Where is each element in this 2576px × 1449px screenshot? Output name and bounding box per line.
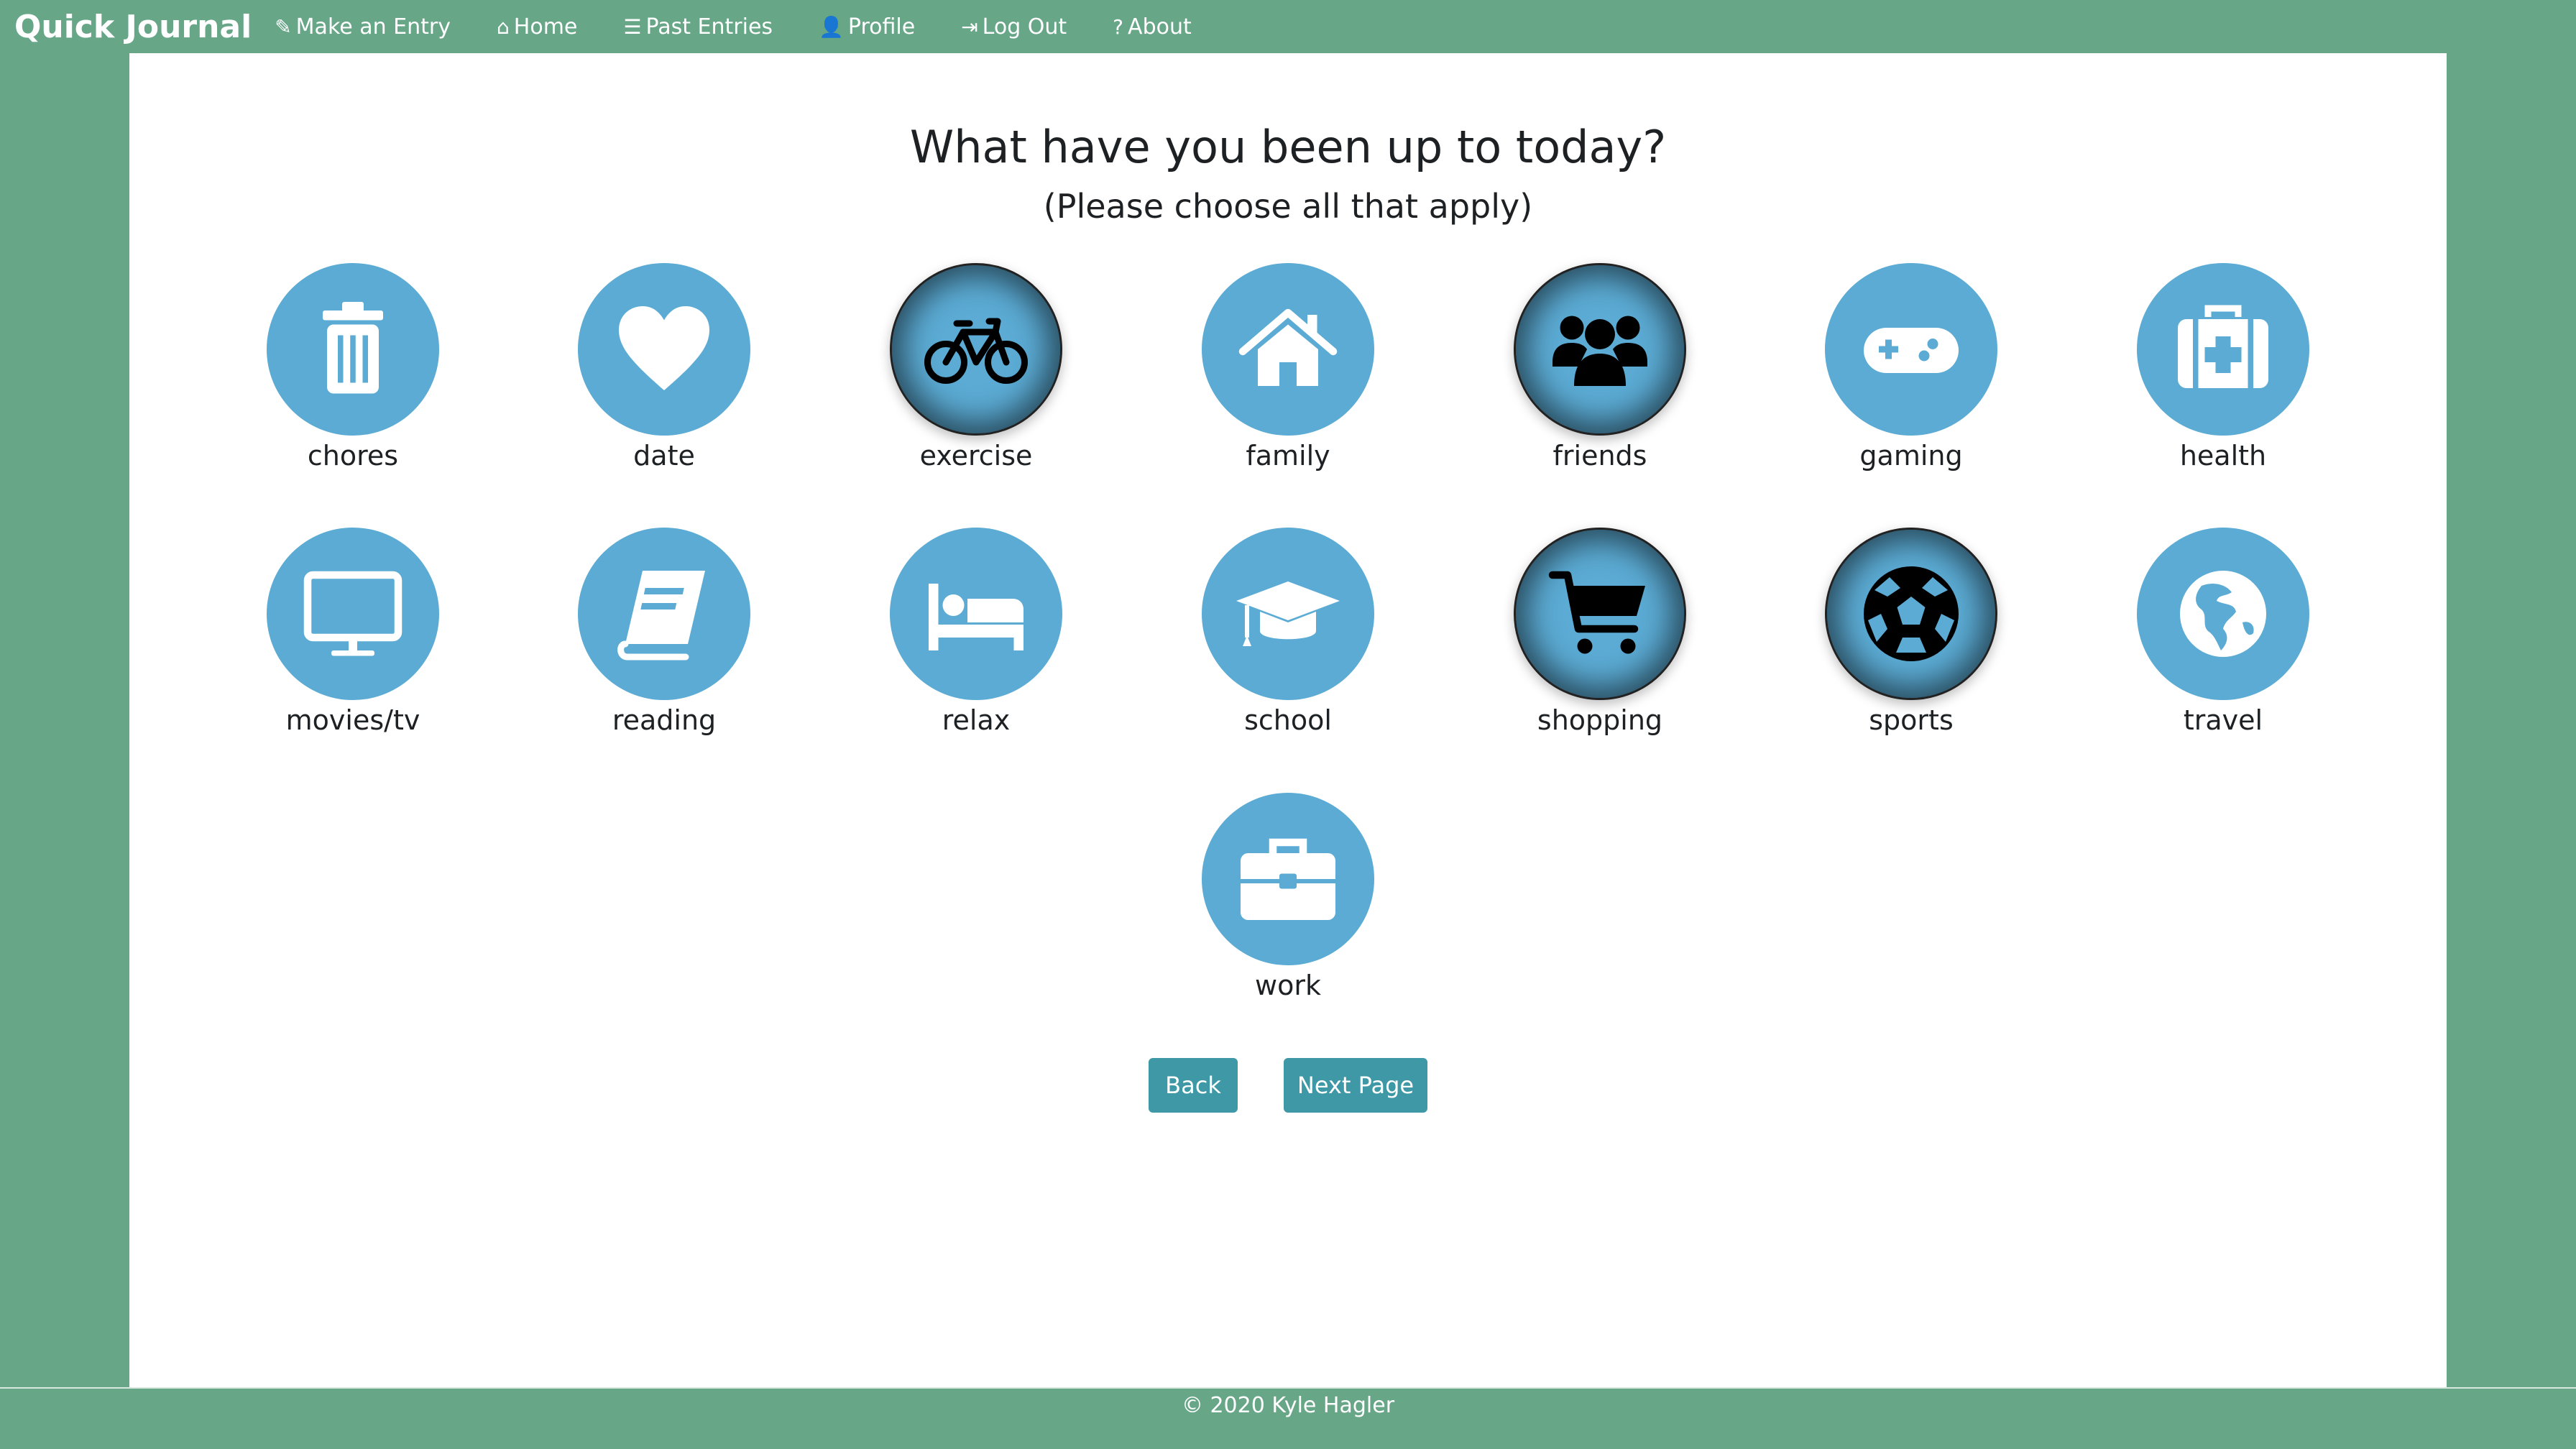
activity-reading[interactable]: reading — [535, 528, 794, 736]
brand-title[interactable]: Quick Journal — [14, 9, 252, 45]
activity-label: reading — [612, 704, 717, 736]
logout-icon: ⇥ — [961, 14, 978, 39]
top-navbar: Quick Journal ✎ Make an Entry ⌂ Home ☰ P… — [0, 0, 2576, 53]
activity-label: exercise — [919, 440, 1033, 472]
pencil-icon: ✎ — [275, 14, 292, 39]
footer-copyright: © 2020 Kyle Hagler — [1181, 1393, 1395, 1418]
activity-work-circle[interactable] — [1202, 793, 1374, 965]
user-icon: 👤 — [819, 14, 844, 39]
bed-icon — [929, 584, 1024, 650]
house-icon — [1238, 308, 1338, 386]
activity-chores-circle[interactable] — [267, 263, 439, 436]
activity-reading-circle[interactable] — [578, 528, 750, 700]
activity-label: friends — [1552, 440, 1647, 472]
activity-relax[interactable]: relax — [847, 528, 1105, 736]
activity-label: date — [633, 440, 695, 472]
activity-label: health — [2179, 440, 2267, 472]
activity-school[interactable]: school — [1159, 528, 1417, 736]
trash-icon — [323, 302, 383, 394]
activity-label: travel — [2183, 704, 2263, 736]
activity-movies-tv-circle[interactable] — [267, 528, 439, 700]
activity-label: chores — [307, 440, 399, 472]
activity-exercise-circle[interactable] — [890, 263, 1062, 436]
activity-travel[interactable]: travel — [2094, 528, 2352, 736]
bicycle-icon — [924, 318, 1028, 384]
activity-family-circle[interactable] — [1202, 263, 1374, 436]
graduation-cap-icon — [1236, 581, 1340, 646]
activity-family[interactable]: family — [1159, 263, 1417, 472]
activity-friends[interactable]: friends — [1471, 263, 1729, 472]
activity-label: shopping — [1537, 704, 1663, 736]
page-heading: What have you been up to today? — [909, 121, 1667, 173]
nav-profile-label: Profile — [847, 14, 916, 40]
activity-sports[interactable]: sports — [1782, 528, 2041, 736]
activity-health-circle[interactable] — [2137, 263, 2309, 436]
activity-shopping-circle[interactable] — [1514, 528, 1686, 700]
activity-exercise[interactable]: exercise — [847, 263, 1105, 472]
activity-school-circle[interactable] — [1202, 528, 1374, 700]
activity-date-circle[interactable] — [578, 263, 750, 436]
nav-log-out-label: Log Out — [982, 14, 1067, 40]
activity-label: work — [1255, 970, 1321, 1001]
nav-about[interactable]: ? About — [1113, 14, 1192, 40]
activity-label: movies/tv — [285, 704, 420, 736]
group-icon — [1552, 316, 1647, 386]
book-icon — [617, 571, 705, 661]
activity-shopping[interactable]: shopping — [1471, 528, 1729, 736]
monitor-icon — [303, 571, 402, 656]
activity-label: family — [1246, 440, 1330, 472]
heart-icon — [619, 306, 709, 390]
activity-label: school — [1244, 704, 1332, 736]
globe-icon — [2180, 571, 2266, 657]
activity-chores[interactable]: chores — [224, 263, 482, 472]
activity-relax-circle[interactable] — [890, 528, 1062, 700]
activity-date[interactable]: date — [535, 263, 794, 472]
nav-make-entry-label: Make an Entry — [295, 14, 451, 40]
nav-past-entries-label: Past Entries — [645, 14, 773, 40]
activity-sports-circle[interactable] — [1825, 528, 1997, 700]
nav-make-entry[interactable]: ✎ Make an Entry — [275, 14, 451, 40]
page-subheading: (Please choose all that apply) — [1043, 187, 1533, 226]
medkit-icon — [2178, 305, 2268, 388]
activity-label: gaming — [1859, 440, 1963, 472]
home-icon: ⌂ — [497, 14, 510, 39]
activity-gaming[interactable]: gaming — [1782, 263, 2041, 472]
question-icon: ? — [1113, 14, 1124, 39]
activity-friends-circle[interactable] — [1514, 263, 1686, 436]
activity-health[interactable]: health — [2094, 263, 2352, 472]
activity-movies-tv[interactable]: movies/tv — [224, 528, 482, 736]
nav-home[interactable]: ⌂ Home — [497, 14, 577, 40]
activity-label: relax — [942, 704, 1011, 736]
nav-about-label: About — [1128, 14, 1192, 40]
nav-home-label: Home — [513, 14, 578, 40]
nav-past-entries[interactable]: ☰ Past Entries — [623, 14, 773, 40]
nav-profile[interactable]: 👤 Profile — [819, 14, 915, 40]
back-button[interactable]: Back — [1149, 1058, 1238, 1113]
briefcase-icon — [1241, 838, 1335, 920]
activity-label: sports — [1869, 704, 1954, 736]
activity-gaming-circle[interactable] — [1825, 263, 1997, 436]
main-panel: What have you been up to today? (Please … — [129, 53, 2447, 1387]
next-page-button[interactable]: Next Page — [1284, 1058, 1427, 1113]
cart-icon — [1548, 571, 1645, 654]
activity-work[interactable]: work — [1159, 793, 1417, 1001]
soccer-ball-icon — [1864, 566, 1959, 661]
activity-travel-circle[interactable] — [2137, 528, 2309, 700]
nav-log-out[interactable]: ⇥ Log Out — [961, 14, 1067, 40]
list-icon: ☰ — [623, 14, 642, 39]
gamepad-icon — [1864, 328, 1959, 373]
